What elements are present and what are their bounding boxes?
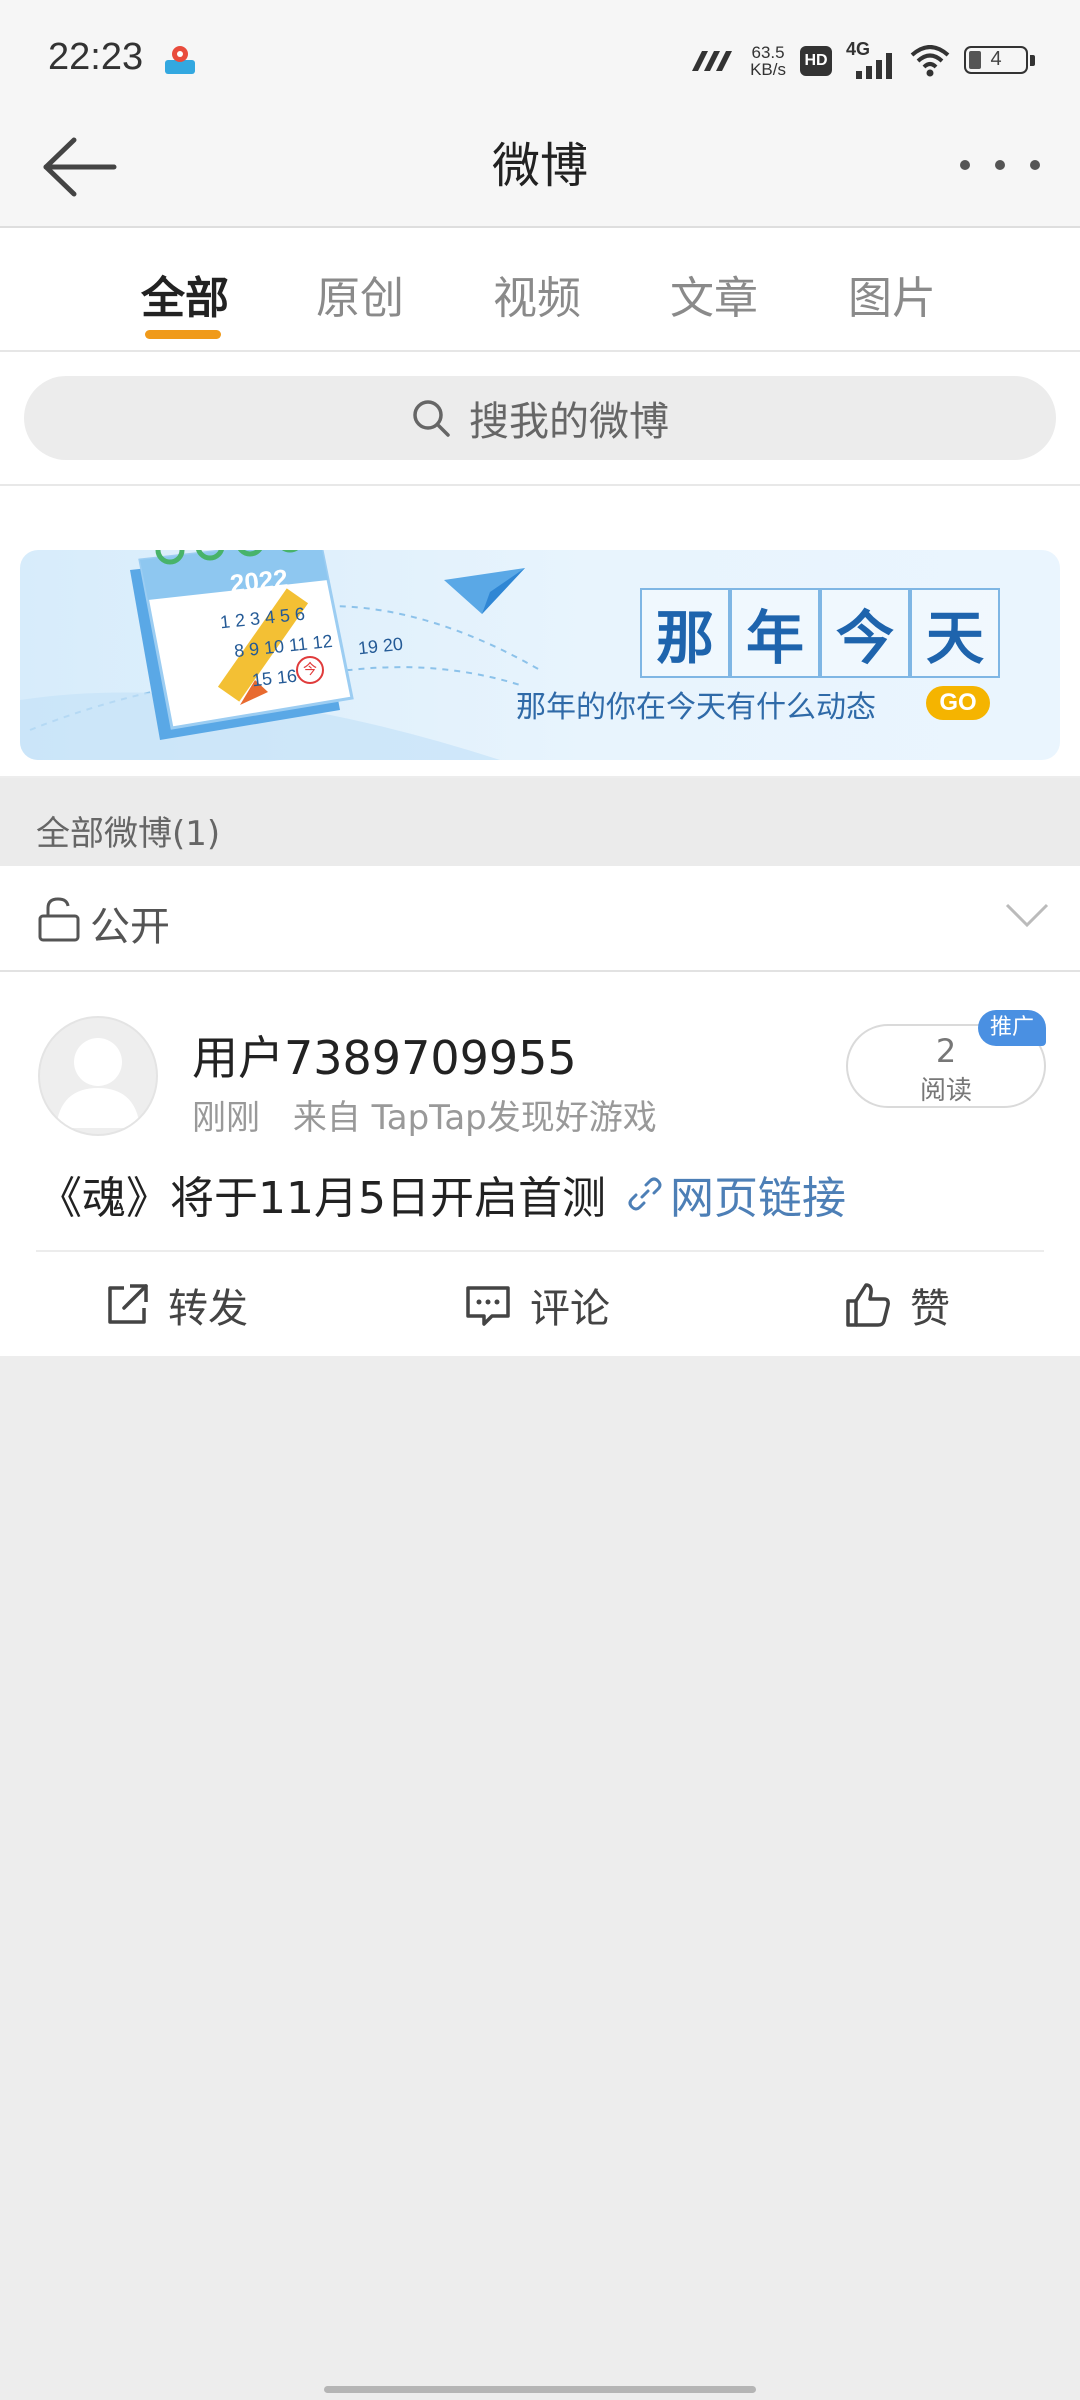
- card-divider: [36, 1250, 1044, 1252]
- post-meta: 刚刚 来自 TapTap发现好游戏: [192, 1090, 657, 1139]
- more-dot-icon: [1030, 160, 1040, 170]
- comment-label: 评论: [530, 1286, 610, 1332]
- tab-original[interactable]: 原创: [280, 262, 440, 326]
- banner-title-char: 天: [910, 588, 1000, 678]
- section-title: 全部微博(1): [36, 814, 221, 854]
- username[interactable]: 用户7389709955: [192, 1022, 577, 1088]
- banner-subtitle: 那年的你在今天有什么动态: [516, 690, 876, 725]
- calendar-today-mark: 今: [296, 656, 324, 684]
- map-app-notification-icon: [163, 44, 197, 76]
- web-link[interactable]: 网页链接: [626, 1162, 846, 1226]
- status-time: 22:23: [48, 36, 144, 78]
- thumbs-up-icon: [846, 1283, 890, 1327]
- more-options-button[interactable]: [960, 140, 1040, 190]
- banner-title-char: 年: [730, 588, 820, 678]
- page-title: 微博: [491, 138, 588, 194]
- link-icon: [628, 1177, 662, 1211]
- repost-button[interactable]: 转发: [104, 1254, 248, 1356]
- on-this-day-banner[interactable]: 2022 1 2 3 4 5 6 8 9 10 11 12 15 16 19 2…: [20, 550, 1060, 760]
- comment-icon: [466, 1286, 510, 1326]
- banner-title: 那 年 今 天: [640, 588, 1000, 678]
- tab-all[interactable]: 全部: [105, 262, 265, 326]
- read-label: 阅读: [919, 1076, 972, 1106]
- status-icons: 63.5 KB/s HD 4G 4: [688, 38, 1036, 84]
- post-time: 刚刚: [192, 1098, 260, 1138]
- post-source[interactable]: 来自 TapTap发现好游戏: [293, 1098, 657, 1138]
- net-speed-unit: KB/s: [750, 60, 786, 79]
- default-avatar-icon: [56, 1038, 140, 1128]
- share-icon: [108, 1284, 148, 1324]
- visibility-filter[interactable]: 公开: [0, 866, 1080, 972]
- post-content: 《魂》将于11月5日开启首测 网页链接: [38, 1162, 846, 1226]
- avatar[interactable]: [38, 1016, 158, 1136]
- banner-section: 2022 1 2 3 4 5 6 8 9 10 11 12 15 16 19 2…: [0, 486, 1080, 776]
- status-bar: 22:23 63.5 KB/s HD 4G 4: [0, 0, 1080, 110]
- cellular-icon: 4G: [846, 39, 896, 79]
- nav-bar: 微博: [0, 110, 1080, 228]
- post-card: 用户7389709955 刚刚 来自 TapTap发现好游戏 2 阅读 推广 《…: [0, 972, 1080, 1356]
- calendar-year: 2022: [228, 563, 290, 599]
- wifi-icon: [910, 45, 950, 77]
- unlock-icon: [38, 897, 80, 942]
- search-input[interactable]: 搜我的微博: [24, 376, 1056, 460]
- signal-strength-icon: [692, 51, 733, 71]
- like-button[interactable]: 赞: [844, 1254, 950, 1356]
- visibility-label: 公开: [90, 904, 170, 950]
- section-header: 全部微博(1): [0, 778, 1080, 866]
- post-actions: 转发 评论 赞: [0, 1254, 1080, 1356]
- banner-title-char: 今: [820, 588, 910, 678]
- search-icon: [413, 400, 450, 437]
- active-tab-indicator: [145, 330, 221, 339]
- comment-button[interactable]: 评论: [464, 1254, 610, 1356]
- more-dot-icon: [960, 160, 970, 170]
- promote-badge[interactable]: 推广: [978, 1010, 1046, 1046]
- net-speed-value: 63.5: [751, 43, 785, 62]
- banner-go-button[interactable]: GO: [926, 686, 990, 720]
- search-placeholder: 搜我的微博: [469, 399, 669, 445]
- like-label: 赞: [910, 1286, 950, 1332]
- net-speed: 63.5 KB/s: [750, 44, 786, 78]
- chevron-down-icon[interactable]: [1004, 900, 1050, 930]
- more-dot-icon: [995, 160, 1005, 170]
- tab-image[interactable]: 图片: [812, 262, 972, 326]
- repost-label: 转发: [168, 1286, 248, 1332]
- filter-tabs: 全部 原创 视频 文章 图片: [0, 228, 1080, 352]
- battery-level: 4: [990, 48, 1002, 70]
- post-text: 《魂》将于11月5日开启首测: [38, 1173, 606, 1224]
- search-section: 搜我的微博: [0, 352, 1080, 486]
- banner-title-char: 那: [640, 588, 730, 678]
- hd-badge: HD: [800, 46, 832, 76]
- battery-icon: 4: [964, 46, 1036, 76]
- web-link-label: 网页链接: [669, 1173, 846, 1224]
- tab-article[interactable]: 文章: [634, 262, 794, 326]
- tab-video[interactable]: 视频: [457, 262, 617, 326]
- home-indicator[interactable]: [324, 2386, 756, 2393]
